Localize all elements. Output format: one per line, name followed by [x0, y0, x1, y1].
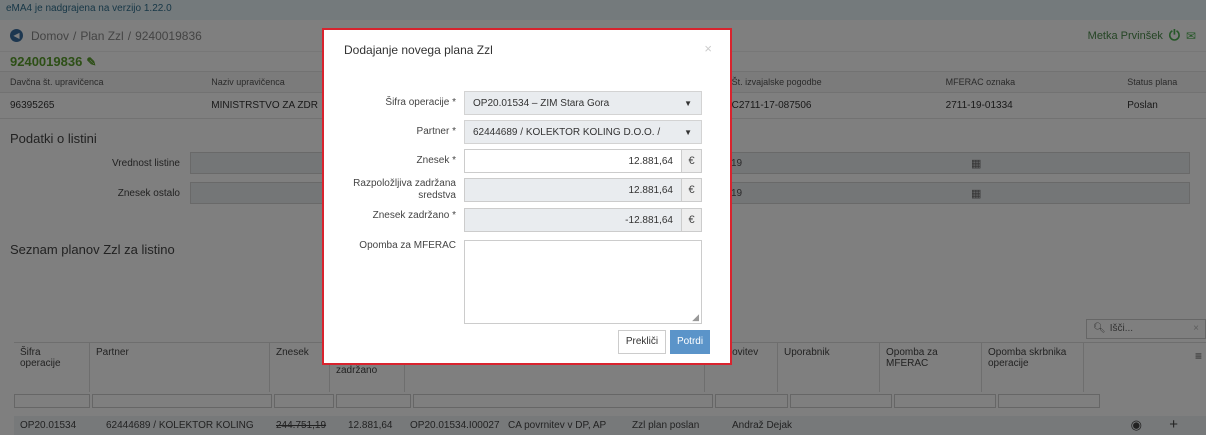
confirm-button[interactable]: Potrdi: [670, 330, 710, 354]
znesek-label: Znesek *: [416, 155, 456, 166]
opomba-row: Opomba za MFERAC ◢: [324, 240, 702, 324]
razpolozljiva-label: Razpoložljiva zadržana sredstva: [353, 178, 456, 201]
resize-handle-icon[interactable]: ◢: [692, 312, 699, 323]
razpolozljiva-input: 12.881,64 €: [464, 178, 702, 202]
add-plan-modal: Dodajanje novega plana Zzl × Šifra opera…: [322, 28, 732, 365]
sifra-select[interactable]: OP20.01534 – ZIM Stara Gora ▼: [464, 91, 702, 115]
partner-select[interactable]: 62444689 / KOLEKTOR KOLING D.O.O. / ▼: [464, 120, 702, 144]
zadrzano-row: Znesek zadržano * -12.881,64 €: [324, 208, 702, 232]
znesek-row: Znesek * 12.881,64 €: [324, 149, 702, 173]
zadrzano-value: -12.881,64: [465, 209, 681, 231]
cancel-button[interactable]: Prekliči: [618, 330, 666, 354]
opomba-textarea[interactable]: ◢: [464, 240, 702, 324]
euro-addon: €: [681, 150, 701, 172]
close-icon[interactable]: ×: [704, 41, 712, 56]
sifra-value: OP20.01534 – ZIM Stara Gora: [473, 97, 610, 109]
euro-addon: €: [681, 179, 701, 201]
partner-value: 62444689 / KOLEKTOR KOLING D.O.O. /: [473, 126, 661, 138]
partner-row: Partner * 62444689 / KOLEKTOR KOLING D.O…: [324, 120, 702, 144]
zadrzano-label: Znesek zadržano *: [372, 210, 456, 221]
znesek-value: 12.881,64: [628, 156, 674, 167]
zadrzano-input: -12.881,64 €: [464, 208, 702, 232]
znesek-input[interactable]: 12.881,64 €: [464, 149, 702, 173]
sifra-label: Šifra operacije *: [385, 97, 456, 108]
razpolozljiva-row: Razpoložljiva zadržana sredstva 12.881,6…: [324, 178, 702, 202]
chevron-down-icon: ▼: [684, 99, 692, 108]
sifra-row: Šifra operacije * OP20.01534 – ZIM Stara…: [324, 91, 702, 115]
euro-addon: €: [681, 209, 701, 231]
partner-label: Partner *: [416, 126, 456, 137]
modal-title: Dodajanje novega plana Zzl: [344, 43, 493, 57]
opomba-label: Opomba za MFERAC: [359, 240, 456, 251]
razpolozljiva-value: 12.881,64: [465, 179, 681, 201]
chevron-down-icon: ▼: [684, 128, 692, 137]
